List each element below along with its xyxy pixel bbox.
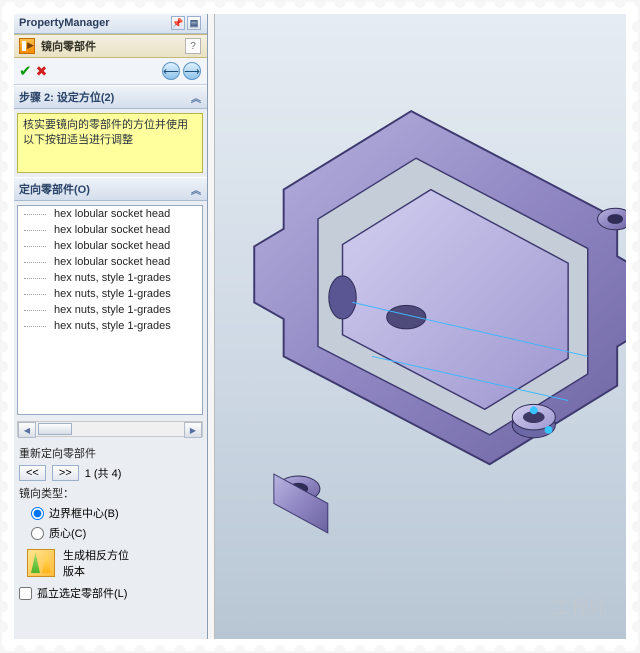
- action-row: ✔ ✖ ⟵ ⟶: [13, 58, 207, 85]
- step-header[interactable]: 步骤 2: 设定方位(2) ︽: [13, 85, 207, 109]
- chevron-up-icon[interactable]: ︽: [191, 182, 201, 197]
- radio-centroid-input[interactable]: [31, 527, 44, 540]
- property-manager-panel: PropertyManager 📌 ▤ 镜向零部件 ? ✔ ✖ ⟵ ⟶ 步骤 2…: [12, 12, 208, 641]
- list-item[interactable]: hex lobular socket head: [18, 222, 202, 238]
- radio-bbox-label: 边界框中心(B): [49, 505, 119, 521]
- radio-centroid[interactable]: 质心(C): [13, 523, 207, 543]
- panel-title-bar: PropertyManager 📌 ▤: [13, 13, 207, 34]
- list-item[interactable]: hex nuts, style 1-grades: [18, 302, 202, 318]
- step-note: 核实要镜向的零部件的方位并使用以下按钮适当进行调整: [17, 113, 203, 173]
- list-item[interactable]: hex lobular socket head: [18, 206, 202, 222]
- pin-icon[interactable]: 📌: [171, 16, 185, 30]
- horizontal-scrollbar[interactable]: [17, 421, 203, 437]
- panel-menu-icon[interactable]: ▤: [187, 16, 201, 30]
- panel-title-text: PropertyManager: [19, 17, 109, 29]
- watermark: 工程师: [553, 594, 607, 620]
- forward-button[interactable]: ⟶: [183, 62, 201, 80]
- cancel-button[interactable]: ✖: [36, 63, 48, 80]
- model-render: [215, 13, 627, 621]
- orient-list[interactable]: hex lobular socket head hex lobular sock…: [17, 205, 203, 415]
- ok-button[interactable]: ✔: [19, 62, 32, 80]
- chevron-up-icon[interactable]: ︽: [191, 90, 201, 105]
- mirror-type-label: 镜向类型：: [13, 483, 207, 503]
- orient-header[interactable]: 定向零部件(O) ︽: [13, 177, 207, 201]
- list-item[interactable]: hex nuts, style 1-grades: [18, 318, 202, 334]
- isolate-label: 孤立选定零部件(L): [37, 585, 127, 601]
- help-button[interactable]: ?: [185, 38, 201, 54]
- list-item[interactable]: hex lobular socket head: [18, 254, 202, 270]
- mirror-component-icon: [19, 38, 35, 54]
- generate-line2: 版本: [63, 566, 85, 578]
- isolate-checkbox[interactable]: [19, 587, 32, 600]
- reorient-count: 1 (共 4): [85, 465, 122, 481]
- radio-bbox[interactable]: 边界框中心(B): [13, 503, 207, 523]
- 3d-viewport[interactable]: 工程师: [214, 12, 628, 641]
- back-button[interactable]: ⟵: [162, 62, 180, 80]
- step-title: 步骤 2: 设定方位(2): [19, 89, 114, 105]
- generate-opposite-button[interactable]: [27, 549, 55, 577]
- radio-centroid-label: 质心(C): [49, 525, 86, 541]
- list-item[interactable]: hex nuts, style 1-grades: [18, 270, 202, 286]
- isolate-checkbox-row[interactable]: 孤立选定零部件(L): [13, 583, 207, 603]
- scrollbar-thumb[interactable]: [38, 423, 72, 435]
- reorient-label: 重新定向零部件: [13, 443, 207, 463]
- generate-line1: 生成相反方位: [63, 550, 129, 562]
- radio-bbox-input[interactable]: [31, 507, 44, 520]
- orient-title: 定向零部件(O): [19, 181, 90, 197]
- generate-label: 生成相反方位 版本: [63, 547, 129, 579]
- list-item[interactable]: hex nuts, style 1-grades: [18, 286, 202, 302]
- feature-header: 镜向零部件 ?: [13, 34, 207, 58]
- next-button[interactable]: >>: [52, 465, 79, 481]
- list-item[interactable]: hex lobular socket head: [18, 238, 202, 254]
- feature-title: 镜向零部件: [41, 38, 96, 54]
- prev-button[interactable]: <<: [19, 465, 46, 481]
